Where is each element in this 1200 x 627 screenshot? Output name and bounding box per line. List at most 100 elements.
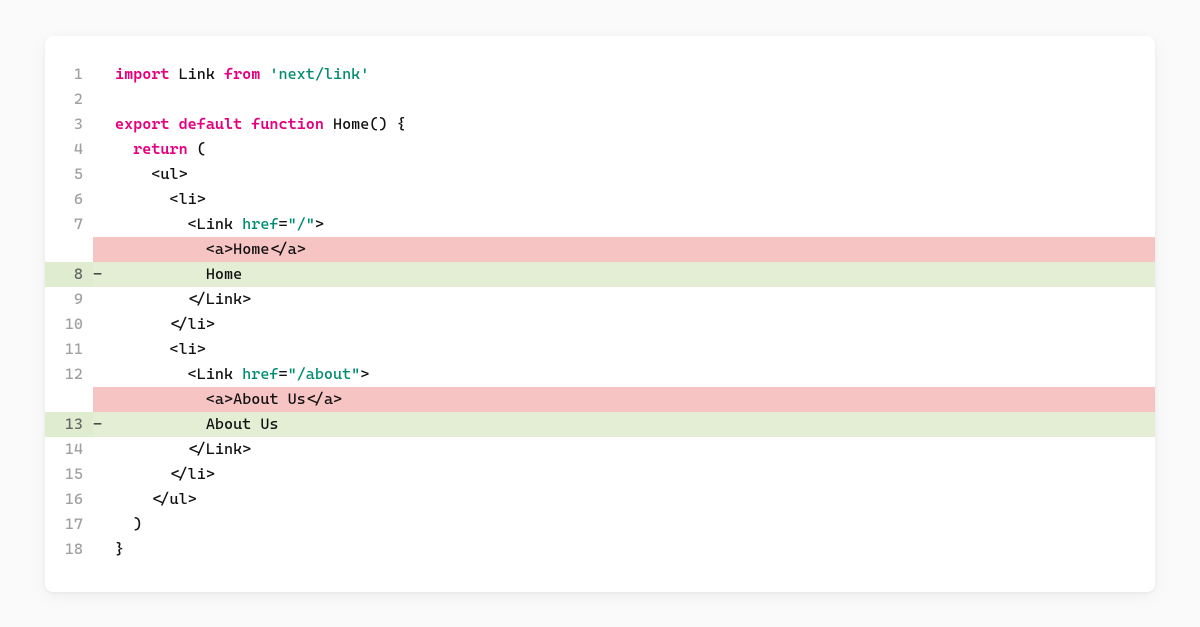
line-number: 8 [45,262,93,287]
code-content: About Us [115,412,1155,437]
code-line-removed: <a>Home</a> [45,237,1155,262]
tag-name: Link [197,365,233,383]
tag-name: a [215,240,224,258]
diff-marker [93,162,115,187]
tag-open: < [170,190,179,208]
text: Home [206,265,242,283]
code-content: return ( [115,137,1155,162]
code-line: 14 </Link> [45,437,1155,462]
tag-open: </ [188,440,206,458]
tag-close: > [197,190,206,208]
indent [115,340,170,358]
diff-marker [93,537,115,562]
tag-open: </ [306,390,324,408]
attr-name: href [242,365,278,383]
diff-marker [93,137,115,162]
code-line-removed: <a>About Us</a> [45,387,1155,412]
code-line: 4 return ( [45,137,1155,162]
keyword: export [115,115,170,133]
tag-close: > [315,215,324,233]
code-content: <li> [115,187,1155,212]
tag-name: Link [206,440,242,458]
tag-open: < [206,240,215,258]
text: About Us [233,390,306,408]
code-content: <li> [115,337,1155,362]
code-diff-card: 1 import Link from 'next/link' 2 3 expor… [45,36,1155,592]
line-number: 4 [45,137,93,162]
code-line: 2 [45,87,1155,112]
tag-open: < [170,340,179,358]
tag-name: a [215,390,224,408]
code-line: 17 ) [45,512,1155,537]
indent [115,440,188,458]
punct: = [279,365,288,383]
code-line: 3 export default function Home() { [45,112,1155,137]
line-number: 7 [45,212,93,237]
indent [115,315,170,333]
identifier: Link [179,65,215,83]
keyword: function [251,115,324,133]
tag-name: li [188,315,206,333]
keyword: return [133,140,188,158]
tag-close: > [224,240,233,258]
text: Home [233,240,269,258]
tag-close: > [360,365,369,383]
code-line: 1 import Link from 'next/link' [45,62,1155,87]
code-line: 6 <li> [45,187,1155,212]
tag-name: ul [170,490,188,508]
diff-marker [93,337,115,362]
text: About Us [206,415,279,433]
tag-open: </ [170,465,188,483]
indent [115,190,170,208]
diff-marker [93,437,115,462]
line-number: 18 [45,537,93,562]
indent [115,515,133,533]
line-number: 15 [45,462,93,487]
keyword: default [179,115,243,133]
code-line: 16 </ul> [45,487,1155,512]
indent [115,265,206,283]
tag-name: a [288,240,297,258]
keyword: from [224,65,260,83]
line-number: 12 [45,362,93,387]
string: 'next/link' [269,65,369,83]
diff-marker [93,237,115,262]
line-number: 13 [45,412,93,437]
tag-open: < [188,365,197,383]
tag-open: < [206,390,215,408]
punct: } [115,540,124,558]
line-number [45,387,93,412]
indent [115,365,188,383]
diff-marker: - [93,262,115,287]
tag-name: li [188,465,206,483]
diff-marker [93,362,115,387]
line-number: 2 [45,87,93,112]
tag-close: > [206,465,215,483]
code-content: ) [115,512,1155,537]
code-line: 5 <ul> [45,162,1155,187]
tag-close: > [188,490,197,508]
tag-close: > [224,390,233,408]
code-line: 11 <li> [45,337,1155,362]
diff-marker [93,312,115,337]
indent [115,240,206,258]
code-line: 10 </li> [45,312,1155,337]
tag-name: Link [206,290,242,308]
diff-marker [93,212,115,237]
code-line: 18 } [45,537,1155,562]
tag-name: Link [197,215,233,233]
code-content: </Link> [115,287,1155,312]
indent [115,390,206,408]
code-content [115,87,1155,112]
tag-open: </ [269,240,287,258]
code-content: <a>About Us</a> [115,387,1155,412]
tag-close: > [333,390,342,408]
code-line: 9 </Link> [45,287,1155,312]
code-content: <Link href="/"> [115,212,1155,237]
attr-value: "/" [288,215,315,233]
code-content: </li> [115,462,1155,487]
diff-marker [93,87,115,112]
code-line-added: 8 - Home [45,262,1155,287]
line-number: 10 [45,312,93,337]
indent [115,415,206,433]
